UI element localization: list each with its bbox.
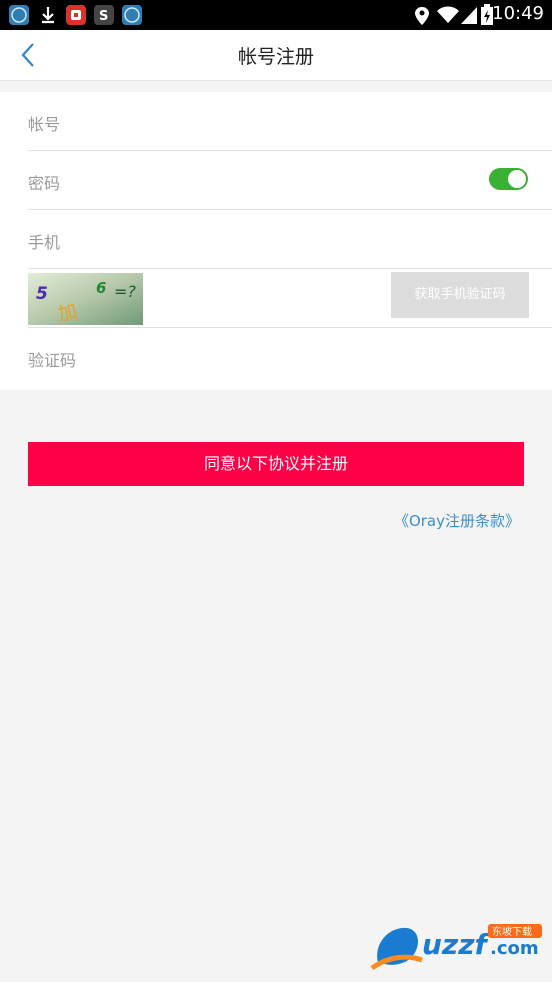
svg-text:S: S [99,9,108,24]
terms-link[interactable]: 《Oray注册条款》 [394,510,520,531]
verification-code-input[interactable]: 验证码 [28,347,76,371]
get-sms-code-button[interactable]: 获取手机验证码 [391,272,529,318]
top-bar: 帐号注册 [0,30,552,81]
signal-icon [460,6,478,28]
page-title: 帐号注册 [237,46,314,68]
status-bar: S 10:49 [0,0,552,30]
registration-form: 帐号 密码 手机 5 加 6 =? 获取手机验证码 验证码 [0,92,552,390]
phone-input[interactable]: 手机 [28,229,60,253]
download-icon [38,5,58,25]
phone-field[interactable]: 手机 [28,210,552,269]
show-password-toggle[interactable] [489,168,528,190]
status-time: 10:49 [492,3,544,24]
svg-text:.com: .com [490,938,539,959]
svg-text:5: 5 [36,284,48,304]
svg-text:uzzf: uzzf [422,928,491,961]
location-icon [414,6,430,30]
captcha-row: 5 加 6 =? 获取手机验证码 [28,269,552,328]
verification-code-field[interactable]: 验证码 [28,328,552,386]
agree-and-register-button[interactable]: 同意以下协议并注册 [28,442,524,486]
vpn-app-icon [122,5,142,25]
shield-app-icon [66,5,86,25]
toggle-knob [508,170,526,188]
svg-text:=?: =? [114,282,136,301]
vpn-app-icon [9,5,29,25]
account-input[interactable]: 帐号 [28,111,60,135]
wifi-icon [436,5,460,29]
captcha-image[interactable]: 5 加 6 =? [28,273,143,326]
account-field[interactable]: 帐号 [28,92,552,151]
uzzf-watermark-logo: uzzf .com 东坡下载 [370,918,546,974]
password-input[interactable]: 密码 [28,170,60,194]
svg-text:东坡下载: 东坡下载 [492,925,532,938]
password-field[interactable]: 密码 [28,151,552,210]
svg-text:6: 6 [96,279,106,297]
s-app-icon: S [94,5,114,25]
